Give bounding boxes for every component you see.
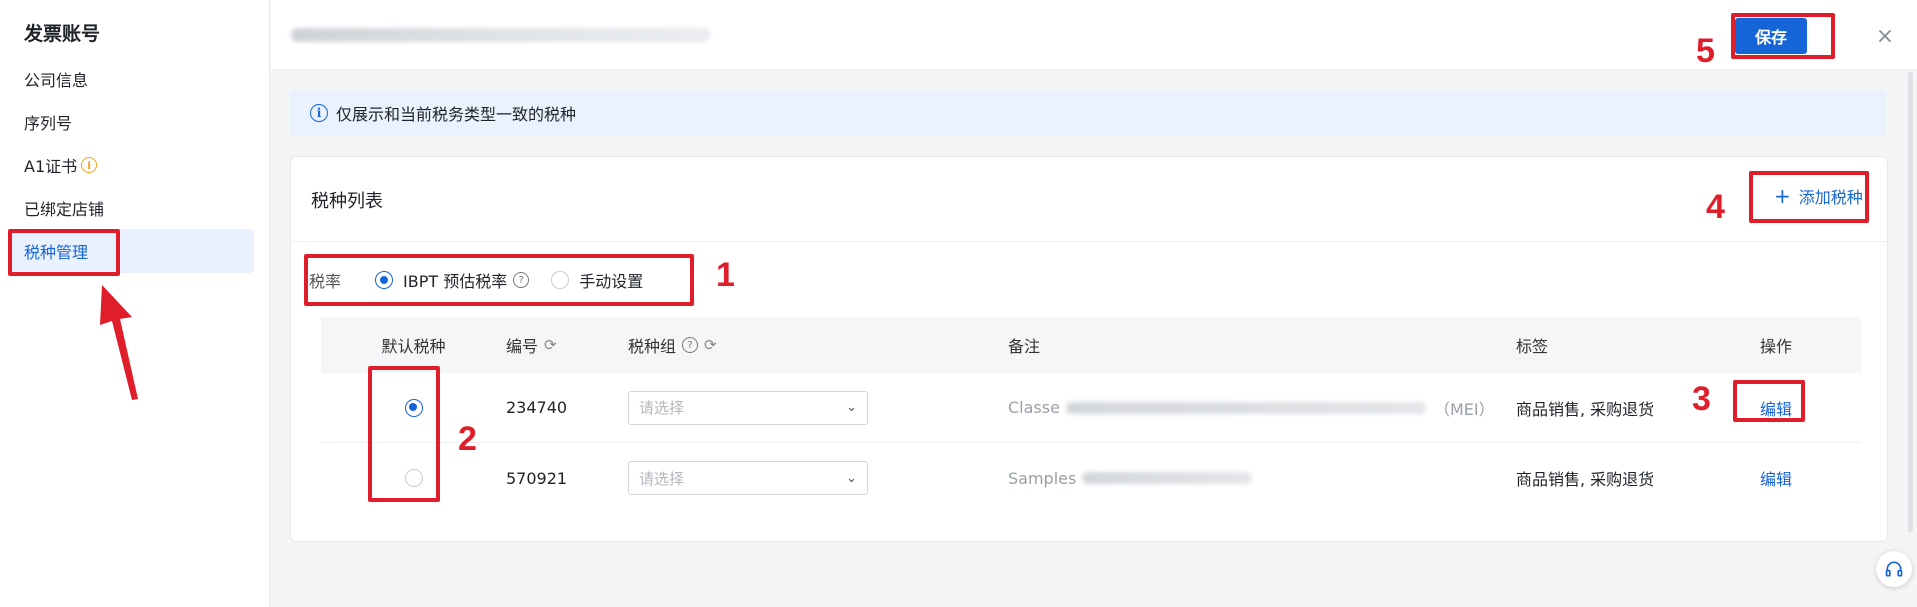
col-tags: 标签 xyxy=(1516,337,1549,356)
sidebar-item-company-info[interactable]: 公司信息 xyxy=(8,57,254,101)
edit-link[interactable]: 编辑 xyxy=(1760,466,1792,490)
col-note: 备注 xyxy=(1008,337,1041,356)
action-cell: 编辑 xyxy=(1760,466,1860,490)
select-placeholder: 请选择 xyxy=(639,469,685,488)
col-default: 默认税种 xyxy=(381,337,446,356)
table-header: 默认税种 编号 ⟳ 税种组? ⟳ 备注 标签 操作 xyxy=(321,317,1861,373)
note-prefix: Samples xyxy=(1008,468,1077,488)
tax-group-select[interactable]: 请选择 ⌄ xyxy=(628,461,868,495)
sidebar-item-label: 序列号 xyxy=(24,114,73,133)
note-cell: Samples xyxy=(1008,469,1516,488)
note-suffix: （MEI） xyxy=(1433,399,1495,419)
notice-banner: i 仅展示和当前税务类型一致的税种 xyxy=(290,90,1886,136)
col-code-label: 编号 xyxy=(506,337,539,356)
col-group-label: 税种组 xyxy=(628,337,677,356)
annotation-number: 5 xyxy=(1696,32,1715,70)
notice-text: 仅展示和当前税务类型一致的税种 xyxy=(336,105,577,124)
sidebar-item-bound-stores[interactable]: 已绑定店铺 xyxy=(8,186,254,230)
blurred-title xyxy=(291,28,711,42)
question-icon[interactable]: ? xyxy=(682,337,699,353)
headset-icon[interactable] xyxy=(1876,551,1912,587)
blurred-note xyxy=(1082,472,1253,484)
group-cell: 请选择 ⌄ xyxy=(628,461,1008,495)
sidebar-item-label: 公司信息 xyxy=(24,71,89,90)
table-row: 570921 请选择 ⌄ Samples 商品销售, 采购退货 编辑 xyxy=(321,443,1861,513)
highlight-box-edit xyxy=(1733,380,1805,422)
code-cell: 234740 xyxy=(506,398,568,417)
refresh-icon[interactable]: ⟳ xyxy=(544,336,557,354)
tax-list-card: 税种列表 + 添加税种 税率 IBPT 预估税率 ? 手动设置 默认税种 编号 ⟳… xyxy=(290,156,1888,542)
sidebar-item-serial-number[interactable]: 序列号 xyxy=(8,100,254,144)
tax-table: 默认税种 编号 ⟳ 税种组? ⟳ 备注 标签 操作 234740 请选择 ⌄ Clas… xyxy=(321,317,1861,513)
divider xyxy=(291,241,1887,242)
col-group: 税种组? ⟳ xyxy=(628,333,1008,357)
highlight-box-sidebar xyxy=(8,229,120,276)
chevron-down-icon: ⌄ xyxy=(846,400,857,415)
highlight-box-rate xyxy=(304,254,694,306)
refresh-icon[interactable]: ⟳ xyxy=(704,336,717,354)
scrollbar[interactable] xyxy=(1908,72,1913,532)
close-icon[interactable]: × xyxy=(1871,22,1899,50)
annotation-number: 2 xyxy=(458,420,477,458)
annotation-number: 3 xyxy=(1692,380,1711,418)
page-header: 保存 × xyxy=(271,0,1917,70)
chevron-down-icon: ⌄ xyxy=(846,470,857,486)
note-prefix: Classe xyxy=(1008,398,1060,417)
note-cell: Classe （MEI） xyxy=(1008,396,1516,420)
highlight-box-save xyxy=(1731,13,1835,59)
tags-cell: 商品销售, 采购退货 xyxy=(1516,470,1655,489)
blurred-note xyxy=(1065,401,1426,414)
select-placeholder: 请选择 xyxy=(639,399,685,417)
sidebar-item-label: A1证书 xyxy=(24,157,78,176)
annotation-number: 1 xyxy=(716,256,735,294)
annotation-number: 4 xyxy=(1706,188,1725,226)
sidebar-item-label: 已绑定店铺 xyxy=(24,200,105,219)
tags-cell: 商品销售, 采购退货 xyxy=(1516,399,1655,419)
highlight-box-default xyxy=(368,366,440,502)
group-cell: 请选择 ⌄ xyxy=(628,390,1008,425)
code-cell: 570921 xyxy=(506,468,568,488)
col-code: 编号 ⟳ xyxy=(506,333,628,357)
col-action: 操作 xyxy=(1760,337,1793,356)
sidebar-title: 发票账号 xyxy=(24,23,101,45)
annotation-arrow xyxy=(100,285,138,400)
info-icon: i xyxy=(310,104,328,122)
sidebar-item-a1-certificate[interactable]: A1证书 i xyxy=(8,143,254,187)
table-row: 234740 请选择 ⌄ Classe （MEI） 商品销售, 采购退货 编辑 xyxy=(321,373,1861,443)
tax-group-select[interactable]: 请选择 ⌄ xyxy=(628,390,868,425)
highlight-box-add xyxy=(1749,171,1869,223)
card-title: 税种列表 xyxy=(311,191,383,212)
info-icon: i xyxy=(81,157,98,173)
